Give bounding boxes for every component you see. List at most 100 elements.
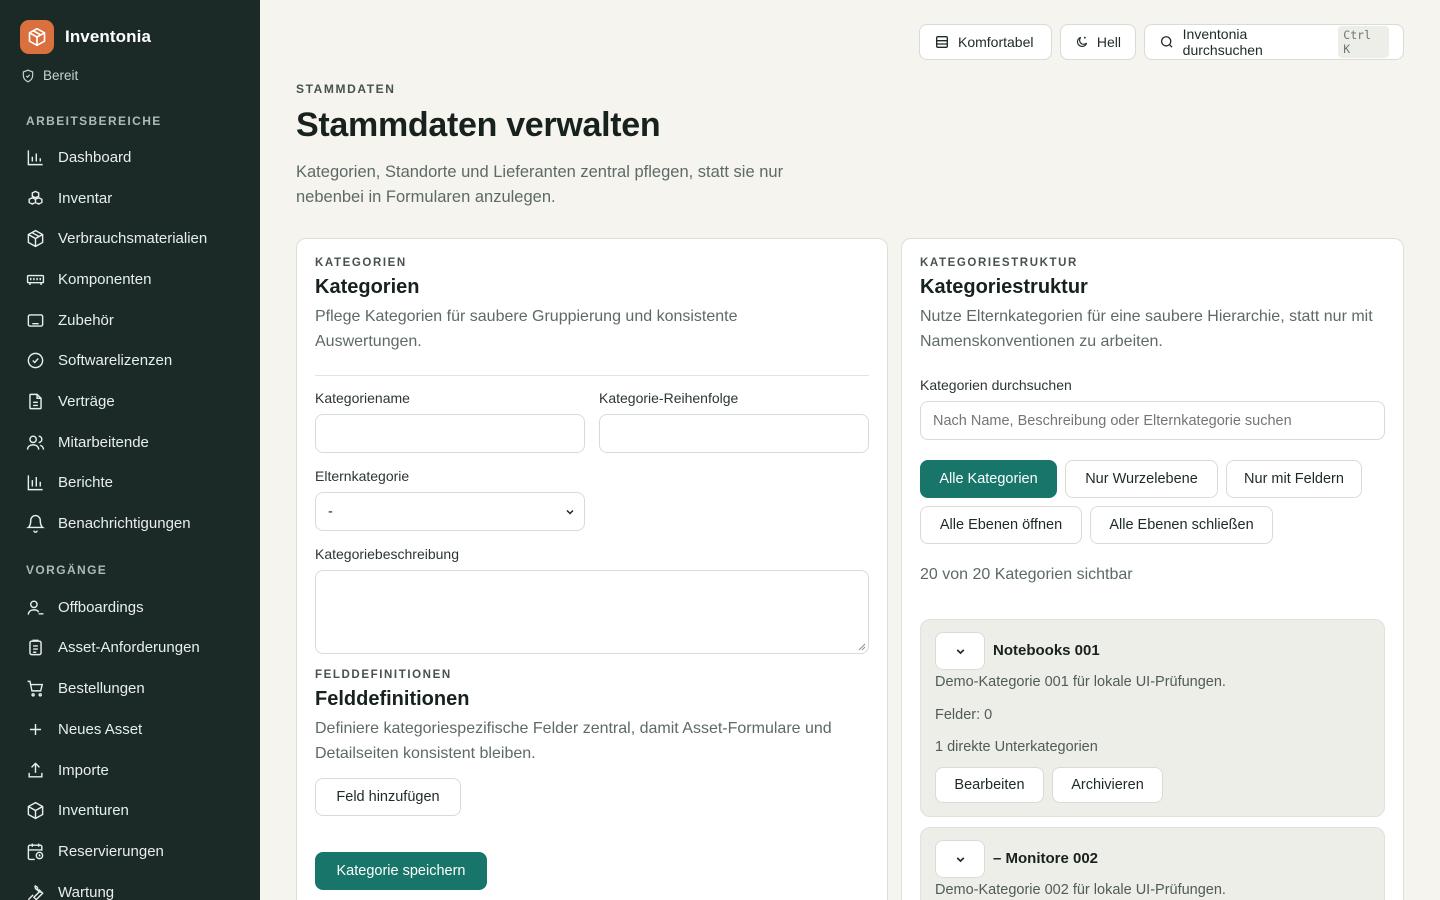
sidebar-item-neues-asset[interactable]: Neues Asset: [26, 718, 142, 740]
density-label: Komfortabel: [958, 34, 1034, 50]
package-check-icon: [27, 801, 44, 819]
page-eyebrow: STAMMDATEN: [296, 82, 396, 96]
sidebar-item-dashboard[interactable]: Dashboard: [26, 146, 131, 168]
filter-all-categories-button[interactable]: Alle Kategorien: [920, 460, 1057, 498]
sidebar-item-label: Inventuren: [58, 801, 129, 819]
fields-eyebrow: FELDDEFINITIONEN: [315, 669, 452, 681]
category-node: – Monitore 002 Demo-Kategorie 002 für lo…: [920, 827, 1385, 900]
density-toggle-button[interactable]: Komfortabel: [919, 24, 1052, 60]
category-search-input[interactable]: [920, 401, 1385, 440]
memory-icon: [26, 274, 45, 285]
rows-icon: [936, 36, 948, 48]
parent-category-label: Elternkategorie: [315, 468, 410, 484]
parent-category-select[interactable]: -: [315, 492, 585, 531]
sidebar-item-label: Komponenten: [58, 270, 152, 288]
archive-category-button[interactable]: Archivieren: [1052, 767, 1163, 803]
sidebar-item-label: Zubehör: [58, 311, 114, 329]
sidebar-item-label: Inventar: [58, 189, 113, 207]
category-order-input[interactable]: [599, 414, 869, 453]
sidebar-item-komponenten[interactable]: Komponenten: [26, 268, 151, 290]
structure-description: Nutze Elternkategorien für eine saubere …: [920, 308, 1373, 350]
page-title: Stammdaten verwalten: [296, 106, 661, 144]
section-label-work: ARBEITSBEREICHE: [26, 114, 162, 128]
search-shortcut-badge: Ctrl K: [1338, 26, 1389, 58]
sidebar-item-vertraege[interactable]: Verträge: [26, 390, 115, 412]
resize-handle-icon: [858, 643, 866, 651]
filter-with-fields-button[interactable]: Nur mit Feldern: [1226, 460, 1362, 498]
categories-divider: [315, 375, 869, 376]
sidebar-item-verbrauchsmaterialien[interactable]: Verbrauchsmaterialien: [26, 227, 207, 249]
save-category-button[interactable]: Kategorie speichern: [315, 852, 487, 890]
parent-category-selected: -: [328, 503, 333, 520]
sidebar-item-berichte[interactable]: Berichte: [26, 471, 113, 493]
user-minus-icon: [27, 599, 44, 615]
category-search-label: Kategorien durchsuchen: [920, 377, 1072, 393]
sidebar-item-label: Dashboard: [58, 148, 132, 166]
sidebar-item-label: Importe: [58, 761, 109, 779]
sidebar-item-label: Neues Asset: [58, 720, 143, 738]
wrench-icon: [27, 884, 44, 900]
structure-title: Kategoriestruktur: [920, 276, 1088, 298]
shield-check-icon: [22, 69, 34, 82]
keyboard-icon: [27, 313, 44, 327]
chevron-down-icon: [956, 648, 964, 654]
categories-eyebrow: KATEGORIEN: [315, 257, 407, 269]
bar-chart-icon: [27, 149, 43, 165]
plus-icon: [29, 723, 42, 735]
badge-check-icon: [27, 352, 44, 368]
brand-name: Inventonia: [65, 27, 152, 46]
sidebar: Inventonia Bereit ARBEITSBEREICHE Dashbo…: [0, 0, 260, 900]
users-icon: [26, 434, 45, 450]
sidebar-item-label: Offboardings: [58, 598, 144, 616]
sidebar-item-zubehoer[interactable]: Zubehör: [26, 309, 114, 331]
bell-icon: [26, 514, 45, 533]
edit-category-button[interactable]: Bearbeiten: [935, 767, 1044, 803]
category-order-label: Kategorie-Reihenfolge: [599, 390, 739, 406]
sidebar-item-label: Reservierungen: [58, 842, 164, 860]
theme-toggle-button[interactable]: Hell: [1060, 24, 1136, 60]
node-toggle-button[interactable]: [935, 840, 985, 878]
sidebar-item-benachrichtigungen[interactable]: Benachrichtigungen: [26, 512, 191, 534]
status-text: Bereit: [43, 68, 79, 83]
brand-logo-icon: [20, 20, 54, 54]
sidebar-item-offboardings[interactable]: Offboardings: [26, 596, 144, 618]
sidebar-item-label: Berichte: [58, 473, 114, 491]
categories-description: Pflege Kategorien für saubere Gruppierun…: [315, 308, 738, 350]
status-indicator: Bereit: [21, 68, 78, 83]
sidebar-item-bestellungen[interactable]: Bestellungen: [26, 677, 145, 699]
node-children-count: 1 direkte Unterkategorien: [935, 739, 1098, 755]
sidebar-item-asset-anforderungen[interactable]: Asset-Anforderungen: [26, 636, 200, 658]
category-name-input[interactable]: [315, 414, 585, 453]
sidebar-item-softwarelizenzen[interactable]: Softwarelizenzen: [26, 349, 172, 371]
category-description-label: Kategoriebeschreibung: [315, 546, 459, 562]
node-toggle-button[interactable]: [935, 632, 985, 670]
chevron-down-icon: [956, 856, 964, 862]
sidebar-item-label: Benachrichtigungen: [58, 514, 191, 532]
report-chart-icon: [27, 474, 43, 490]
structure-eyebrow: KATEGORIESTRUKTUR: [920, 257, 1078, 269]
sidebar-item-inventar[interactable]: Inventar: [26, 187, 112, 209]
collapse-all-button[interactable]: Alle Ebenen schließen: [1090, 506, 1273, 544]
brand[interactable]: Inventonia: [20, 20, 151, 54]
category-node: Notebooks 001 Demo-Kategorie 001 für lok…: [920, 619, 1385, 817]
node-description: Demo-Kategorie 002 für lokale UI-Prüfung…: [935, 882, 1226, 898]
sidebar-item-mitarbeitende[interactable]: Mitarbeitende: [26, 431, 149, 453]
categories-title: Kategorien: [315, 276, 420, 298]
sidebar-item-importe[interactable]: Importe: [26, 759, 109, 781]
category-description-textarea[interactable]: [315, 570, 869, 654]
global-search-button[interactable]: Inventonia durchsuchen Ctrl K: [1144, 24, 1404, 60]
document-icon: [29, 393, 42, 409]
filter-root-only-button[interactable]: Nur Wurzelebene: [1065, 460, 1218, 498]
sidebar-item-wartung[interactable]: Wartung: [26, 881, 114, 900]
clipboard-icon: [29, 639, 42, 655]
upload-icon: [28, 761, 43, 778]
sidebar-item-inventuren[interactable]: Inventuren: [26, 799, 129, 821]
sidebar-item-label: Softwarelizenzen: [58, 351, 173, 369]
theme-sun-moon-icon: [1076, 36, 1088, 47]
global-search-label: Inventonia durchsuchen: [1182, 26, 1263, 58]
add-field-button[interactable]: Feld hinzufügen: [315, 778, 461, 816]
visible-count-text: 20 von 20 Kategorien sichtbar: [920, 566, 1133, 583]
expand-all-button[interactable]: Alle Ebenen öffnen: [920, 506, 1082, 544]
calendar-clock-icon: [27, 843, 44, 860]
sidebar-item-reservierungen[interactable]: Reservierungen: [26, 840, 164, 862]
